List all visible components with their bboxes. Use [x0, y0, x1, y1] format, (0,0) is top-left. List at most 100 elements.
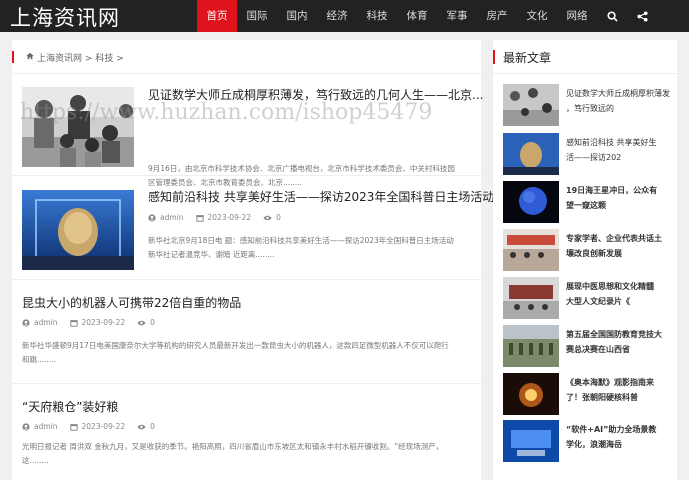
sidebar-article-item[interactable]: 19日海王星冲日，公众有 望一窥这颗 [503, 181, 673, 225]
sidebar-article-title[interactable]: 专家学者、企业代表共话土 壤改良创新发展 [566, 231, 674, 261]
article-title[interactable]: 见证数学大师丘成桐厚积薄发，笃行致远的几何人生——北京... [148, 86, 483, 103]
search-icon[interactable] [597, 0, 627, 32]
article-excerpt-line: 和跳........ [22, 355, 57, 364]
user-icon [22, 318, 30, 327]
sidebar-article-title[interactable]: 第五届全国国防教育竞技大 赛总决赛在山西省 [566, 327, 674, 357]
sidebar-article-item[interactable]: 专家学者、企业代表共话土 壤改良创新发展 [503, 229, 673, 273]
sidebar-article-title-line: 壤改良创新发展 [566, 249, 622, 258]
calendar-icon [69, 319, 78, 327]
sidebar-article-title-line: 学化，浪潮海岳 [566, 440, 622, 449]
sidebar-article-title-line: 活——探访202 [566, 153, 622, 162]
article-date: 2023-09-22 [69, 422, 126, 431]
sidebar-article-title-line: 第五届全国国防教育竞技大 [566, 330, 662, 339]
breadcrumb-separator: > [116, 54, 124, 64]
article-excerpt: 新华社华盛顿9月17日电美国康奈尔大学等机构的研究人员最新开发出一款昆虫大小的机… [22, 339, 472, 367]
article-title[interactable]: 感知前沿科技 共享美好生活——探访2023年全国科普日主场活动 [148, 188, 494, 205]
article-title[interactable]: “天府粮仓”装好粮 [22, 398, 118, 415]
top-navbar: 上海资讯网 首页 国际 国内 经济 科技 体育 军事 房产 文化 网络 [0, 0, 689, 32]
article-excerpt-line: 9月16日，由北京市科学技术协会、北京广播电视台，北京市科学技术委员会、中关村科… [148, 164, 455, 173]
nav-item-international[interactable]: 国际 [237, 0, 277, 32]
site-logo[interactable]: 上海资讯网 [10, 2, 120, 32]
sidebar-header: 最新文章 [493, 40, 677, 74]
sidebar-article-title-line: 展现中医思想和文化精髓 [566, 282, 654, 291]
sidebar-article-item[interactable]: 《奥本海默》观影指南来 了！张朝阳硬核科普 [503, 373, 673, 417]
sidebar-article-title[interactable]: 展现中医思想和文化精髓 大型人文纪录片《 [566, 279, 674, 309]
breadcrumb-current-link[interactable]: 科技 [95, 54, 113, 64]
user-icon [22, 422, 30, 431]
article-item: 昆虫大小的机器人可携带22倍自重的物品 admin 2023-09-22 0 新… [12, 280, 481, 384]
article-views-value: 0 [150, 318, 155, 327]
share-icon[interactable] [627, 0, 657, 32]
article-meta: admin 2023-09-22 0 [148, 213, 281, 222]
article-author[interactable]: admin [148, 213, 184, 222]
sidebar-article-title[interactable]: 见证数学大师丘成桐厚积薄发 ，笃行致远的 [566, 86, 674, 116]
article-item: “天府粮仓”装好粮 admin 2023-09-22 0 光明日报记者 周洪双 … [12, 384, 481, 480]
sidebar-article-title[interactable]: “软件+AI”助力全场景教 学化，浪潮海岳 [566, 422, 674, 452]
home-icon[interactable] [26, 52, 34, 63]
nav-item-internet[interactable]: 网络 [557, 0, 597, 32]
nav-item-culture[interactable]: 文化 [517, 0, 557, 32]
article-author-name: admin [34, 422, 58, 431]
nav-item-sports[interactable]: 体育 [397, 0, 437, 32]
article-views: 0 [137, 318, 155, 327]
nav-item-home[interactable]: 首页 [197, 0, 237, 32]
article-author-name: admin [160, 213, 184, 222]
sidebar-article-title[interactable]: 《奥本海默》观影指南来 了！张朝阳硬核科普 [566, 375, 674, 405]
eye-icon [137, 424, 146, 429]
sidebar-article-title-line: 感知前沿科技 共享美好生 [566, 138, 657, 147]
article-excerpt-line: 光明日报记者 周洪双 金秋九月，又是收获的季节。艳阳高照，四川省眉山市东坡区太和… [22, 442, 444, 451]
sidebar-title: 最新文章 [503, 51, 552, 65]
sidebar-article-item[interactable]: 展现中医思想和文化精髓 大型人文纪录片《 [503, 277, 673, 321]
breadcrumb: 上海资讯网 > 科技 > [12, 40, 481, 74]
sidebar-article-title-line: 大型人文纪录片《 [566, 297, 630, 306]
sidebar-article-thumbnail[interactable] [503, 133, 559, 175]
nav-item-military[interactable]: 军事 [437, 0, 477, 32]
nav-item-tech[interactable]: 科技 [357, 0, 397, 32]
sidebar-article-title-line: 了！张朝阳硬核科普 [566, 393, 638, 402]
sidebar-article-thumbnail[interactable] [503, 325, 559, 367]
sidebar-article-title-line: 专家学者、企业代表共话土 [566, 234, 662, 243]
nav-item-domestic[interactable]: 国内 [277, 0, 317, 32]
sidebar-article-thumbnail[interactable] [503, 84, 559, 126]
sidebar-article-item[interactable]: 感知前沿科技 共享美好生 活——探访202 [503, 133, 673, 177]
article-thumbnail[interactable] [22, 87, 134, 167]
article-excerpt-line: 新华社华盛顿9月17日电美国康奈尔大学等机构的研究人员最新开发出一款昆虫大小的机… [22, 341, 449, 350]
article-meta: admin 2023-09-22 0 [22, 422, 155, 431]
article-date-value: 2023-09-22 [81, 318, 126, 327]
eye-icon [137, 320, 146, 325]
article-excerpt-line: 这........ [22, 456, 49, 465]
sidebar-article-thumbnail[interactable] [503, 277, 559, 319]
article-views: 0 [263, 213, 281, 222]
article-author[interactable]: admin [22, 318, 58, 327]
sidebar-article-item[interactable]: “软件+AI”助力全场景教 学化，浪潮海岳 [503, 420, 673, 464]
sidebar-article-title-line: ，笃行致远的 [566, 104, 614, 113]
article-thumbnail[interactable] [22, 190, 134, 270]
sidebar-accent-bar [493, 50, 495, 64]
sidebar-article-title[interactable]: 19日海王星冲日，公众有 望一窥这颗 [566, 183, 674, 213]
sidebar-article-thumbnail[interactable] [503, 420, 559, 462]
sidebar-article-thumbnail[interactable] [503, 229, 559, 271]
article-author[interactable]: admin [22, 422, 58, 431]
sidebar-article-title-line: 望一窥这颗 [566, 201, 606, 210]
article-list-panel: 上海资讯网 > 科技 > 见证数学大师丘成桐厚积薄发，笃行致远的几何人生——北京… [12, 40, 494, 480]
article-views: 0 [137, 422, 155, 431]
breadcrumb-home-link[interactable]: 上海资讯网 [37, 54, 82, 64]
sidebar-article-item[interactable]: 见证数学大师丘成桐厚积薄发 ，笃行致远的 [503, 84, 673, 128]
article-item: 见证数学大师丘成桐厚积薄发，笃行致远的几何人生——北京... 9月16日，由北京… [12, 74, 483, 187]
sidebar-article-thumbnail[interactable] [503, 181, 559, 223]
sidebar-article-thumbnail[interactable] [503, 373, 559, 415]
article-item: 感知前沿科技 共享美好生活——探访2023年全国科普日主场活动 admin 20… [12, 176, 494, 280]
article-date-value: 2023-09-22 [81, 422, 126, 431]
nav-item-realestate[interactable]: 房产 [477, 0, 517, 32]
article-author-name: admin [34, 318, 58, 327]
article-excerpt-line: 新华社记者温竞华、谢暗 近距离........ [148, 250, 275, 259]
article-views-value: 0 [150, 422, 155, 431]
sidebar-article-item[interactable]: 第五届全国国防教育竞技大 赛总决赛在山西省 [503, 325, 673, 369]
article-title[interactable]: 昆虫大小的机器人可携带22倍自重的物品 [22, 294, 241, 311]
breadcrumb-text: 上海资讯网 > 科技 > [37, 51, 124, 64]
article-excerpt: 新华社北京9月18日电 题：感知前沿科技共享美好生活——探访2023年全国科普日… [148, 234, 478, 262]
nav-item-economy[interactable]: 经济 [317, 0, 357, 32]
breadcrumb-accent-bar [12, 51, 14, 63]
sidebar-article-title[interactable]: 感知前沿科技 共享美好生 活——探访202 [566, 135, 674, 165]
article-date: 2023-09-22 [69, 318, 126, 327]
